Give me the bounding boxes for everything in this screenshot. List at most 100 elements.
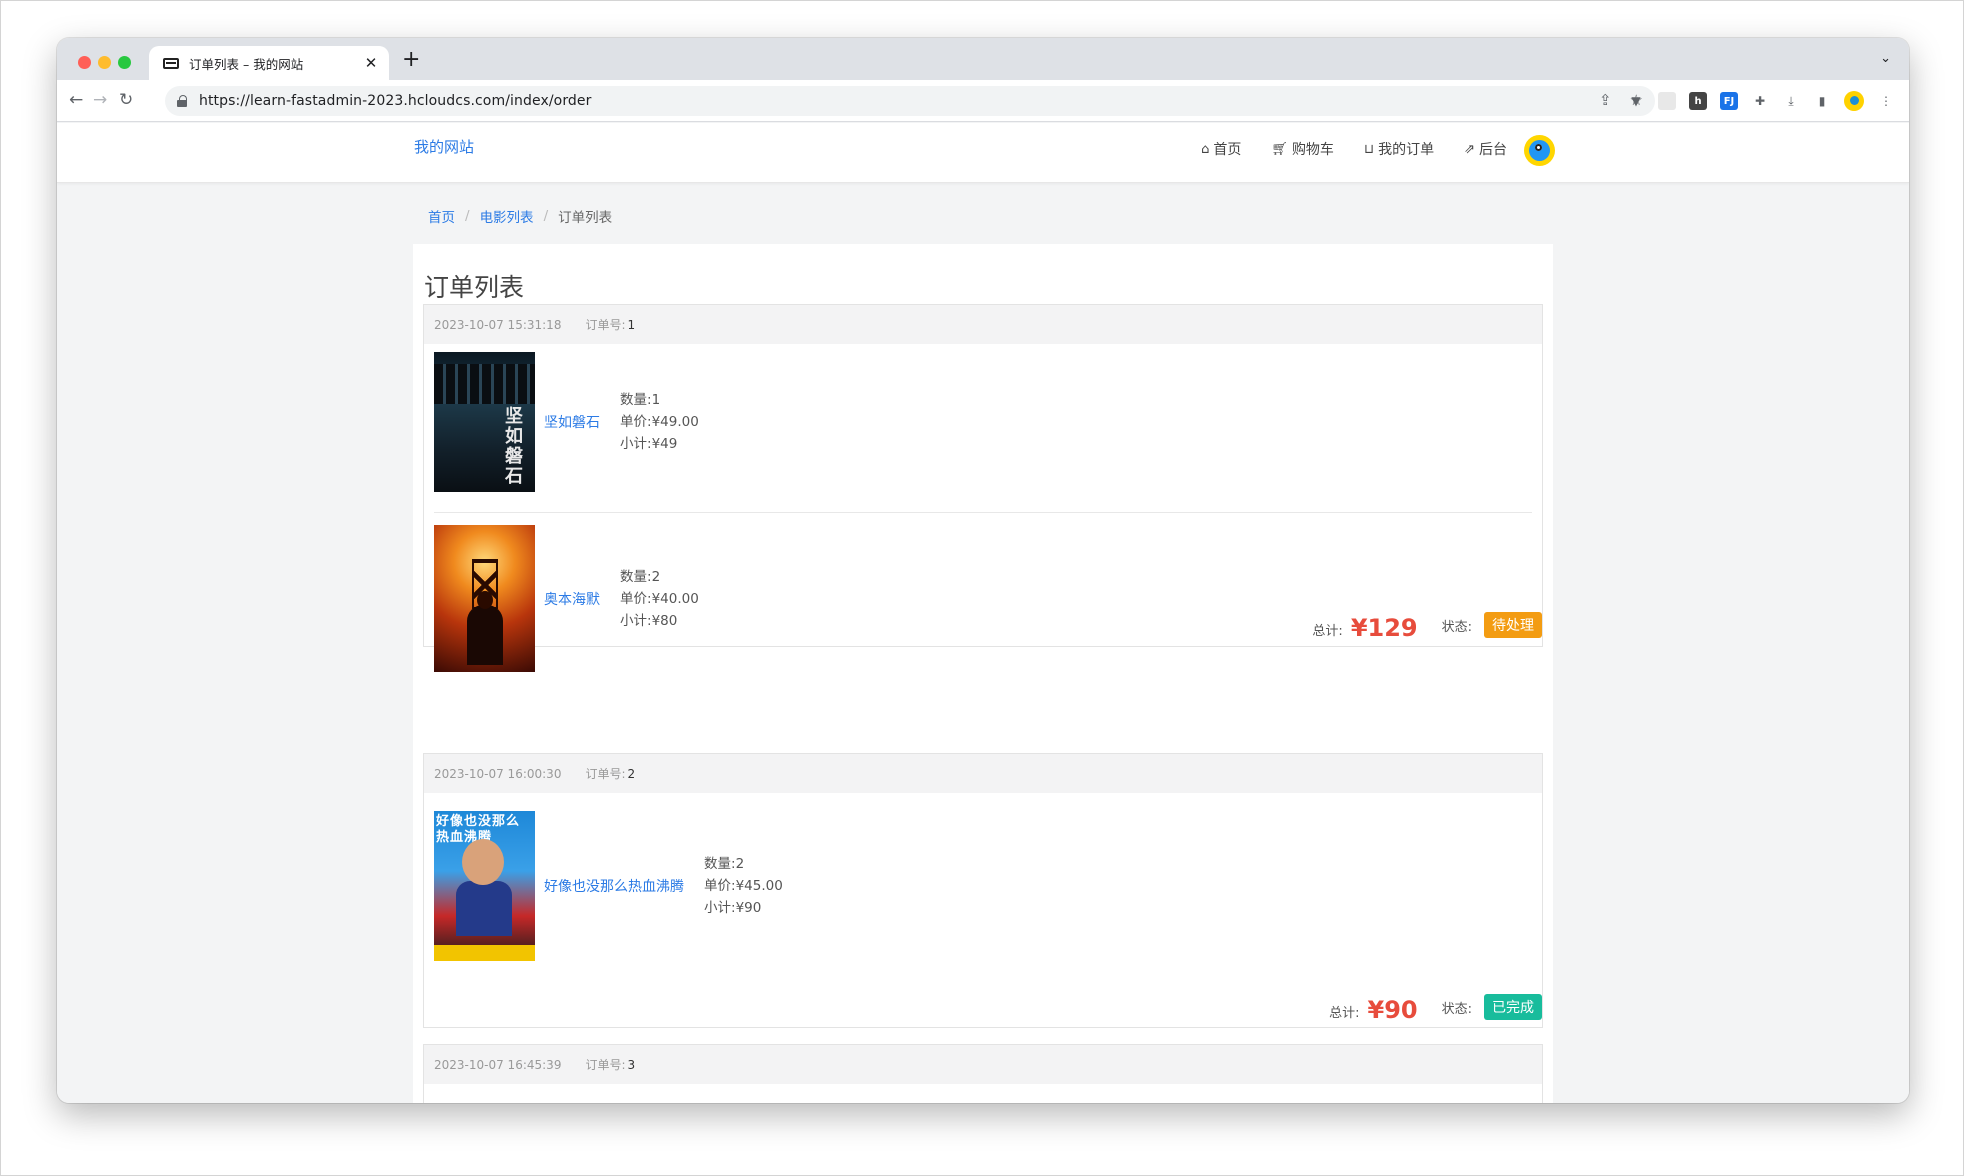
price-value: ¥45.00	[735, 878, 783, 894]
tab-search-chevron-icon[interactable]: ⌄	[1880, 51, 1891, 66]
breadcrumb-home[interactable]: 首页	[428, 206, 455, 226]
nav-admin-label: 后台	[1479, 142, 1507, 158]
subtotal-label: 小计:	[704, 900, 736, 916]
extension-h-icon[interactable]: h	[1689, 92, 1707, 110]
poster-body	[456, 881, 512, 936]
user-avatar[interactable]	[1524, 135, 1555, 166]
status-badge: 已完成	[1484, 994, 1542, 1020]
movie-title-link[interactable]: 坚如磐石	[544, 412, 600, 432]
vue-devtools-icon[interactable]: ▼	[1627, 92, 1645, 110]
nav-cart-label: 购物车	[1291, 142, 1334, 158]
back-arrow-icon[interactable]: ←	[69, 90, 83, 110]
page-title: 订单列表	[424, 273, 525, 302]
total-label: 总计:	[1312, 624, 1343, 639]
movie-poster-image[interactable]: 坚如磐石	[434, 352, 535, 492]
price-label: 单价:	[704, 878, 736, 894]
order-card: 2023-10-07 16:00:30 订单号: 2 好像也没那么热血沸腾 好像…	[423, 753, 1543, 1028]
order-no-value: 3	[627, 1057, 636, 1072]
site-navbar: 我的网站 ⌂ 首页 🛒︎ 购物车 ⊔ 我的订单 ⇗ 后台	[57, 123, 1909, 183]
zoom-window-button[interactable]	[118, 56, 131, 69]
cart-icon: 🛒︎	[1271, 141, 1288, 157]
order-card: 2023-10-07 16:45:39 订单号: 3	[423, 1044, 1543, 1103]
breadcrumb-movies[interactable]: 电影列表	[480, 206, 534, 226]
order-card: 2023-10-07 15:31:18 订单号: 1 坚如磐石 坚如磐石 数量:…	[423, 304, 1543, 672]
movie-title-link[interactable]: 好像也没那么热血沸腾	[544, 876, 684, 896]
order-no-value: 2	[627, 766, 636, 781]
poster-face	[462, 839, 504, 885]
minimize-window-button[interactable]	[98, 56, 111, 69]
puzzle-extensions-icon[interactable]: ✚	[1751, 92, 1769, 110]
order-time: 2023-10-07 15:31:18	[434, 317, 562, 332]
order-footer: 总计: ¥129 状态: 待处理	[1312, 612, 1542, 641]
subtotal-label: 小计:	[620, 436, 652, 452]
poster-figure	[467, 591, 503, 665]
total-value: ¥90	[1367, 996, 1418, 1024]
order-header: 2023-10-07 15:31:18 订单号: 1	[424, 305, 1542, 344]
subtotal-row: 小计:¥80	[620, 610, 699, 632]
browser-toolbar: ← → ↻ https://learn-fastadmin-2023.hclou…	[57, 80, 1909, 122]
extension-blank-icon[interactable]	[1658, 92, 1676, 110]
side-panel-icon[interactable]: ▮	[1813, 92, 1831, 110]
reload-icon[interactable]: ↻	[119, 90, 133, 110]
tab-close-icon[interactable]: ✕	[363, 54, 379, 72]
breadcrumb-separator: /	[543, 208, 549, 224]
home-icon: ⌂	[1201, 141, 1210, 157]
order-no-value: 1	[627, 317, 636, 332]
order-time: 2023-10-07 16:45:39	[434, 1057, 562, 1072]
qty-value: 2	[735, 856, 745, 872]
nav-home[interactable]: ⌂ 首页	[1201, 139, 1241, 159]
share-icon[interactable]: ⇪	[1599, 91, 1612, 109]
nav-cart[interactable]: 🛒︎ 购物车	[1271, 139, 1334, 159]
movie-title-link[interactable]: 奥本海默	[544, 589, 600, 609]
address-bar[interactable]: https://learn-fastadmin-2023.hcloudcs.co…	[165, 86, 1655, 116]
price-value: ¥49.00	[651, 414, 699, 430]
subtotal-value: ¥90	[735, 900, 762, 916]
order-header: 2023-10-07 16:00:30 订单号: 2	[424, 754, 1542, 793]
tab-strip: 订单列表 – 我的网站 ✕ + ⌄	[57, 38, 1909, 80]
movie-poster-image[interactable]: 好像也没那么热血沸腾	[434, 811, 535, 961]
nav-home-label: 首页	[1213, 142, 1242, 158]
qty-row: 数量:2	[620, 566, 699, 588]
order-item: 好像也没那么热血沸腾 好像也没那么热血沸腾 数量:2 单价:¥45.00 小计:…	[434, 811, 1532, 961]
subtotal-value: ¥49	[651, 436, 678, 452]
order-no-label: 订单号:	[585, 318, 626, 332]
qty-row: 数量:2	[704, 853, 783, 875]
movie-poster-image[interactable]	[434, 525, 535, 672]
item-divider	[434, 512, 1532, 513]
external-link-icon: ⇗	[1464, 141, 1475, 157]
order-item: 坚如磐石 坚如磐石 数量:1 单价:¥49.00 小计:¥49	[434, 352, 1532, 492]
site-brand-link[interactable]: 我的网站	[414, 136, 474, 157]
nav-admin[interactable]: ⇗ 后台	[1464, 139, 1507, 159]
price-row: 单价:¥45.00	[704, 875, 783, 897]
breadcrumb-current: 订单列表	[558, 210, 613, 226]
order-no-label: 订单号:	[585, 767, 626, 781]
subtotal-row: 小计:¥49	[620, 433, 699, 455]
browser-tab-active[interactable]: 订单列表 – 我的网站 ✕	[149, 46, 389, 80]
item-details: 数量:1 单价:¥49.00 小计:¥49	[620, 389, 699, 455]
price-row: 单价:¥40.00	[620, 588, 699, 610]
new-tab-button[interactable]: +	[402, 49, 420, 71]
nav-my-orders[interactable]: ⊔ 我的订单	[1364, 139, 1434, 159]
breadcrumb: 首页 / 电影列表 / 订单列表	[428, 206, 612, 226]
close-window-button[interactable]	[78, 56, 91, 69]
nav-my-orders-label: 我的订单	[1378, 142, 1435, 158]
forward-arrow-icon[interactable]: →	[93, 90, 107, 110]
total-value: ¥129	[1350, 614, 1418, 642]
download-icon[interactable]: ⤓	[1782, 92, 1800, 110]
tab-title: 订单列表 – 我的网站	[189, 56, 304, 72]
browser-menu-icon[interactable]: ⋮	[1877, 92, 1895, 110]
subtotal-label: 小计:	[620, 612, 652, 629]
url-text[interactable]: https://learn-fastadmin-2023.hcloudcs.co…	[199, 93, 591, 109]
qty-value: 2	[651, 568, 661, 585]
price-row: 单价:¥49.00	[620, 411, 699, 433]
profile-avatar-icon[interactable]	[1844, 91, 1864, 111]
extension-fj-icon[interactable]: FJ	[1720, 92, 1738, 110]
order-item: 奥本海默 数量:2 单价:¥40.00 小计:¥80	[434, 525, 1532, 672]
status-label: 状态:	[1441, 620, 1472, 635]
qty-label: 数量:	[704, 856, 736, 872]
extensions-area: ▼ h FJ ✚ ⤓ ▮ ⋮	[1627, 91, 1895, 111]
qty-label: 数量:	[620, 568, 652, 585]
poster-calligraphy: 坚如磐石	[505, 406, 523, 487]
lock-icon[interactable]	[177, 95, 187, 107]
poster-strip	[434, 945, 535, 961]
